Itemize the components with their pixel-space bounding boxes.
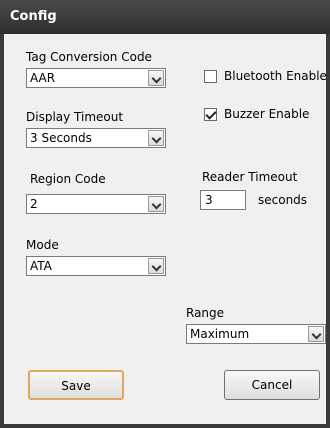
cancel-button-label: Cancel bbox=[251, 378, 293, 392]
tag-conversion-select[interactable]: AAR bbox=[26, 68, 166, 88]
display-timeout-select[interactable]: 3 Seconds bbox=[26, 128, 166, 148]
buzzer-label: Buzzer Enable bbox=[224, 107, 310, 121]
bluetooth-checkbox[interactable] bbox=[204, 70, 217, 83]
window-frame-left bbox=[0, 34, 4, 428]
region-code-label: Region Code bbox=[30, 172, 106, 186]
chevron-down-icon[interactable] bbox=[148, 196, 164, 212]
region-code-value: 2 bbox=[30, 197, 38, 211]
tag-conversion-label: Tag Conversion Code bbox=[26, 50, 152, 64]
mode-select[interactable]: ATA bbox=[26, 256, 166, 276]
tag-conversion-value: AAR bbox=[30, 71, 56, 85]
reader-timeout-input[interactable]: 3 bbox=[200, 190, 246, 210]
window-frame-right bbox=[326, 34, 330, 428]
range-select[interactable]: Maximum bbox=[186, 324, 326, 344]
reader-timeout-unit: seconds bbox=[258, 193, 308, 207]
mode-label: Mode bbox=[26, 238, 59, 252]
window-frame-bottom bbox=[0, 424, 330, 428]
window-title: Config bbox=[10, 9, 57, 24]
save-button[interactable]: Save bbox=[28, 370, 124, 400]
reader-timeout-value: 3 bbox=[205, 193, 213, 207]
mode-value: ATA bbox=[30, 259, 52, 273]
range-label: Range bbox=[186, 306, 225, 320]
chevron-down-icon[interactable] bbox=[148, 70, 164, 86]
title-bar: Config bbox=[0, 0, 330, 34]
display-timeout-label: Display Timeout bbox=[26, 110, 124, 124]
save-button-label: Save bbox=[61, 379, 91, 393]
bluetooth-label: Bluetooth Enable bbox=[224, 69, 327, 83]
range-value: Maximum bbox=[190, 327, 250, 341]
buzzer-checkbox[interactable] bbox=[204, 108, 217, 121]
region-code-select[interactable]: 2 bbox=[26, 194, 166, 214]
chevron-down-icon[interactable] bbox=[148, 130, 164, 146]
config-window: Config Tag Conversion Code AAR Display T… bbox=[0, 0, 330, 428]
chevron-down-icon[interactable] bbox=[308, 326, 324, 342]
chevron-down-icon[interactable] bbox=[148, 258, 164, 274]
reader-timeout-label: Reader Timeout bbox=[202, 170, 298, 184]
cancel-button[interactable]: Cancel bbox=[224, 370, 320, 400]
display-timeout-value: 3 Seconds bbox=[30, 131, 92, 145]
